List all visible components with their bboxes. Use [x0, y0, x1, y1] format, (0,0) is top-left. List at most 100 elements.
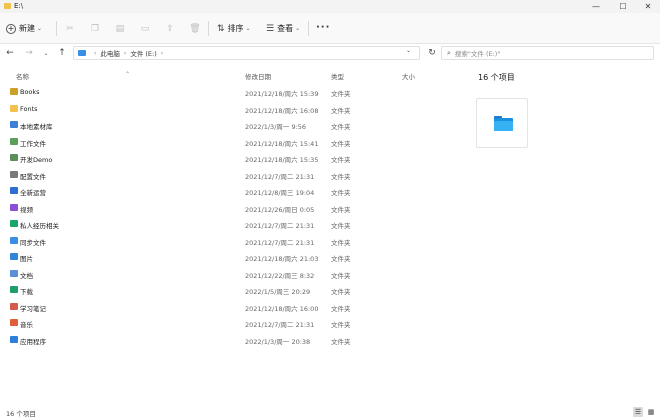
- tiles-view-icon[interactable]: ▦: [646, 407, 656, 417]
- share-icon[interactable]: ⇪: [164, 23, 176, 34]
- file-type: 文件夹: [331, 156, 351, 164]
- file-name: 下载: [20, 288, 33, 296]
- file-row[interactable]: 学习笔记 2021/12/18/周六 16:00 文件夹: [0, 299, 440, 316]
- file-row[interactable]: 工作文件 2021/12/18/周六 15:41 文件夹: [0, 134, 440, 151]
- file-row[interactable]: Fonts 2021/12/18/周六 16:08 文件夹: [0, 101, 440, 118]
- file-row[interactable]: 视频 2021/12/26/周日 0:05 文件夹: [0, 200, 440, 217]
- file-modified-date: 2021/12/7/周二 21:31: [245, 172, 315, 181]
- work-folder-icon: [10, 137, 18, 145]
- file-name: 私人经历相关: [20, 222, 59, 230]
- minimize-button[interactable]: —: [583, 0, 609, 13]
- file-type: 文件夹: [331, 288, 351, 296]
- file-modified-date: 2021/12/22/周三 8:32: [245, 271, 315, 280]
- file-row[interactable]: 下载 2022/1/5/周三 20:29 文件夹: [0, 282, 440, 299]
- search-input[interactable]: ⌕ 搜索"文件 (E:)": [441, 46, 654, 60]
- file-name: 音乐: [20, 321, 33, 329]
- file-name: 工作文件: [20, 139, 46, 148]
- details-view-icon[interactable]: ☰: [633, 407, 643, 417]
- file-row[interactable]: 私人经历相关 2021/12/7/周二 21:31 文件夹: [0, 216, 440, 233]
- column-header-name[interactable]: 名称: [16, 71, 29, 81]
- file-type: 文件夹: [331, 139, 351, 148]
- chevron-down-icon: ⌄: [295, 25, 301, 32]
- config-folder-icon: [10, 170, 18, 178]
- file-type: 文件夹: [331, 255, 351, 263]
- file-type: 文件夹: [331, 205, 351, 214]
- private-folder-icon: [10, 220, 18, 227]
- recent-locations-chevron-icon[interactable]: ⌄: [40, 47, 52, 59]
- ops-folder-icon: [10, 187, 18, 194]
- file-row[interactable]: 开发Demo 2021/12/18/周六 15:35 文件夹: [0, 150, 440, 167]
- back-arrow-icon[interactable]: ←: [4, 47, 16, 59]
- refresh-icon[interactable]: ↻: [426, 47, 438, 59]
- file-type: 文件夹: [331, 238, 351, 247]
- address-dropdown-icon[interactable]: ⌄: [406, 47, 411, 54]
- title-bar: E:\ — ☐ ✕: [0, 0, 660, 13]
- chevron-right-icon: ›: [123, 49, 127, 57]
- close-button[interactable]: ✕: [635, 0, 660, 13]
- folder-icon: [10, 104, 18, 112]
- pictures-folder-icon: [10, 253, 18, 260]
- column-header-row: ⌃ 名称 修改日期 类型 大小: [0, 68, 440, 82]
- column-header-size[interactable]: 大小: [402, 71, 415, 81]
- file-row[interactable]: 图片 2021/12/18/周六 21:03 文件夹: [0, 249, 440, 266]
- view-button[interactable]: ☰ 查看 ⌄: [266, 21, 300, 36]
- file-modified-date: 2021/12/7/周二 21:31: [245, 321, 315, 329]
- file-name: Books: [20, 88, 40, 96]
- file-modified-date: 2021/12/18/周六 21:03: [245, 255, 319, 263]
- view-icon: ☰: [266, 23, 275, 34]
- file-name: 图片: [20, 255, 33, 263]
- address-bar[interactable]: › 此电脑 › 文件 (E:) ›: [73, 46, 420, 60]
- rename-icon[interactable]: ▭: [139, 23, 151, 34]
- file-row[interactable]: 同步文件 2021/12/7/周二 21:31 文件夹: [0, 233, 440, 250]
- file-row[interactable]: 全新运营 2021/12/8/周三 19:04 文件夹: [0, 183, 440, 200]
- file-name: Fonts: [20, 104, 38, 113]
- breadcrumb-drive-e[interactable]: 文件 (E:): [130, 48, 156, 58]
- sync-folder-icon: [10, 236, 18, 244]
- chevron-right-icon: ›: [94, 49, 97, 57]
- sort-indicator-icon: ⌃: [125, 71, 131, 78]
- dev-folder-icon: [10, 154, 18, 161]
- paste-icon[interactable]: ▤: [114, 23, 126, 34]
- up-arrow-icon[interactable]: ↑: [56, 47, 68, 59]
- apps-folder-icon: [10, 335, 18, 343]
- maximize-button[interactable]: ☐: [610, 0, 636, 13]
- file-type: 文件夹: [331, 304, 351, 313]
- folder-icon: [4, 3, 11, 9]
- divider: [208, 21, 209, 36]
- status-bar: 16 个项目 ☰ ▦: [0, 404, 660, 419]
- new-button[interactable]: + 新建 ⌄: [6, 21, 49, 36]
- sort-button[interactable]: ⇅ 排序 ⌄: [217, 21, 251, 36]
- file-modified-date: 2021/12/26/周日 0:05: [245, 205, 315, 214]
- delete-icon[interactable]: 🗑: [189, 23, 201, 34]
- column-header-type[interactable]: 类型: [331, 71, 344, 81]
- file-row[interactable]: 音乐 2021/12/7/周二 21:31 文件夹: [0, 315, 440, 332]
- new-label: 新建: [19, 24, 35, 33]
- file-modified-date: 2022/1/3/周一 9:56: [245, 123, 307, 131]
- books-folder-icon: [10, 88, 18, 95]
- file-modified-date: 2021/12/18/周六 15:41: [245, 139, 319, 148]
- file-row[interactable]: 应用程序 2022/1/3/周一 20:38 文件夹: [0, 332, 440, 349]
- file-type: 文件夹: [331, 106, 351, 115]
- command-bar: + 新建 ⌄ ✂ ❐ ▤ ▭ ⇪ 🗑 ⇅ 排序 ⌄ ☰ 查看 ⌄ ···: [0, 13, 660, 44]
- forward-arrow-icon[interactable]: →: [23, 47, 35, 59]
- file-row[interactable]: Books 2021/12/18/周六 15:39 文件夹: [0, 84, 440, 101]
- view-label: 查看: [277, 24, 294, 33]
- sort-label: 排序: [227, 24, 244, 33]
- file-name: 开发Demo: [20, 156, 53, 164]
- cut-icon[interactable]: ✂: [64, 23, 76, 34]
- file-name: 本地素材库: [20, 123, 53, 131]
- chevron-down-icon: ⌄: [37, 25, 43, 32]
- search-placeholder: 搜索"文件 (E:)": [454, 50, 501, 58]
- search-icon: ⌕: [447, 48, 451, 57]
- breadcrumb-this-pc[interactable]: 此电脑: [100, 48, 120, 58]
- copy-icon[interactable]: ❐: [89, 23, 101, 34]
- file-type: 文件夹: [331, 337, 351, 346]
- file-modified-date: 2022/1/3/周一 20:38: [245, 337, 311, 346]
- more-options-button[interactable]: ···: [316, 22, 330, 33]
- file-row[interactable]: 文档 2021/12/22/周三 8:32 文件夹: [0, 266, 440, 283]
- column-header-date[interactable]: 修改日期: [245, 71, 271, 81]
- file-row[interactable]: 本地素材库 2022/1/3/周一 9:56 文件夹: [0, 117, 440, 134]
- file-row[interactable]: 配置文件 2021/12/7/周二 21:31 文件夹: [0, 167, 440, 184]
- chevron-right-icon: ›: [160, 49, 164, 57]
- file-name: 配置文件: [20, 172, 46, 181]
